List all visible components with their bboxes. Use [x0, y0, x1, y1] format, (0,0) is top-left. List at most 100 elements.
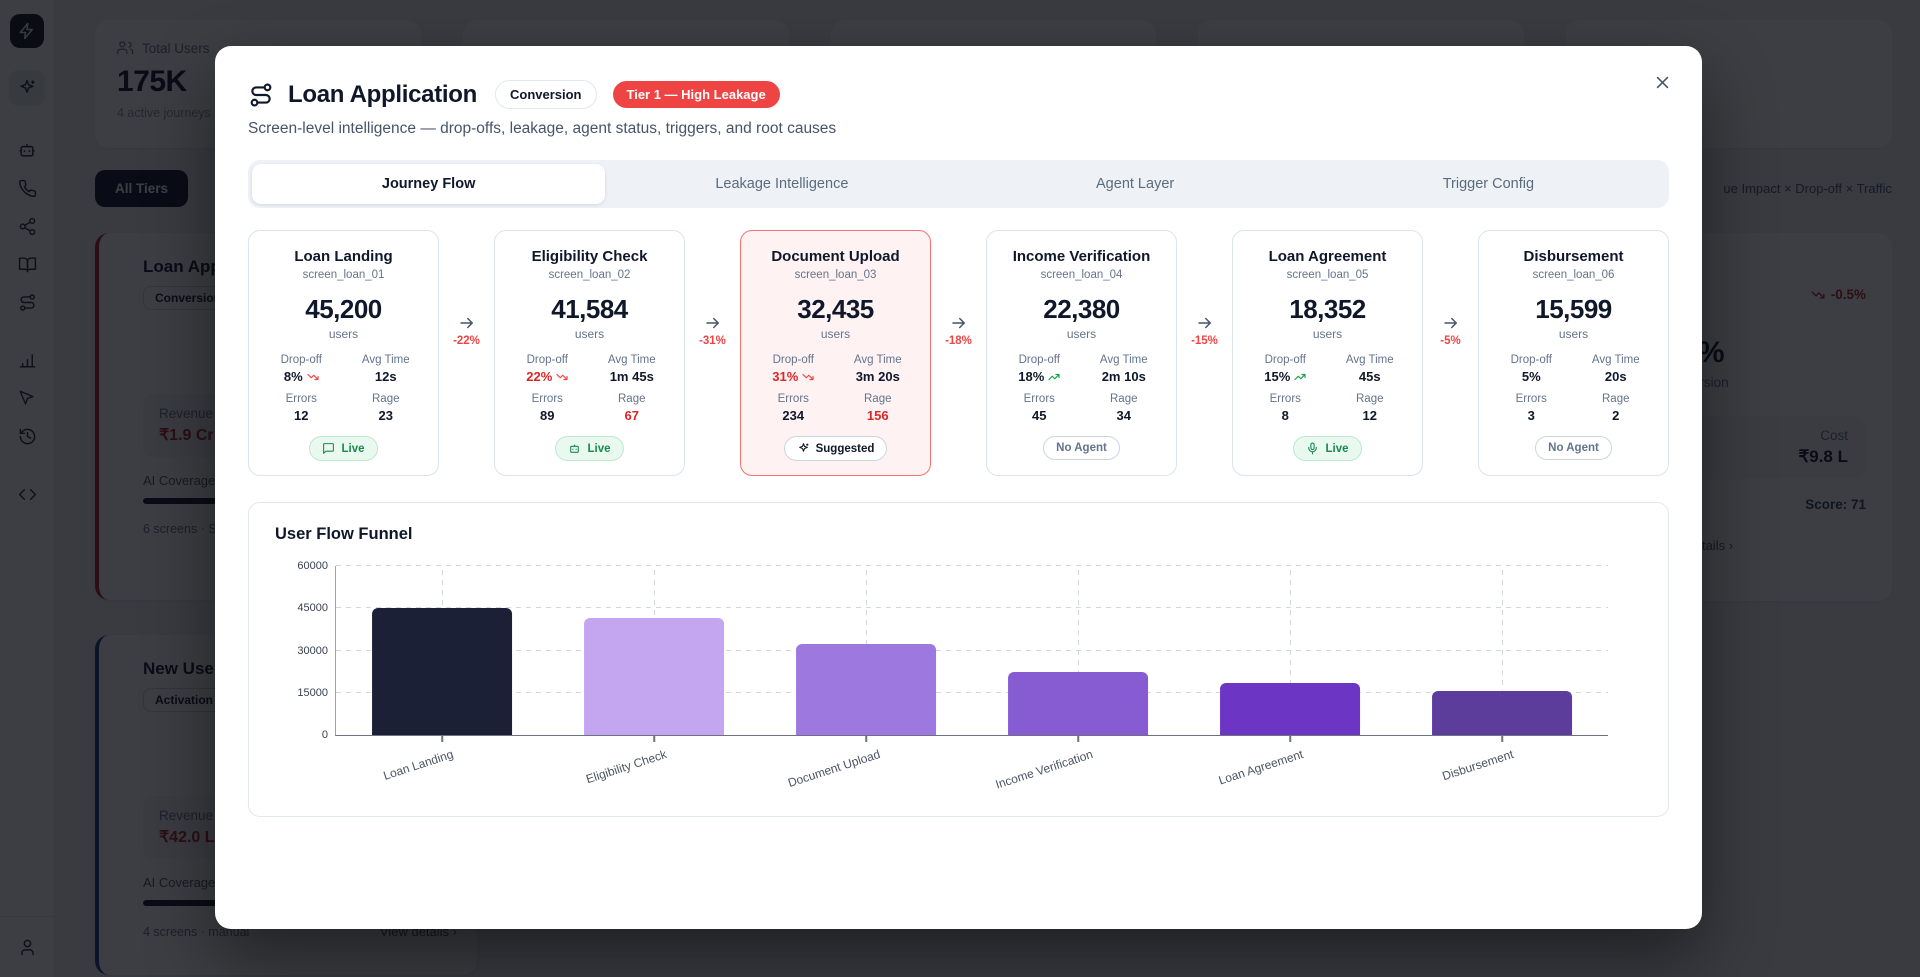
screen-id: screen_loan_03 — [751, 269, 920, 281]
tab-leakage-intelligence[interactable]: Leakage Intelligence — [605, 164, 958, 204]
arrow-right-icon — [950, 314, 968, 332]
x-axis-label: Income Verification — [994, 747, 1095, 792]
screen-metrics: Drop-off31%Avg Time3m 20sErrors234Rage15… — [751, 354, 920, 423]
sparkles-icon — [797, 442, 810, 455]
rage-value: 12 — [1328, 408, 1413, 423]
y-axis-tick: 60000 — [297, 560, 328, 572]
agent-status-badge: Suggested — [784, 436, 888, 461]
screen-card-screen_loan_01[interactable]: Loan Landingscreen_loan_0145,200usersDro… — [248, 230, 439, 476]
x-axis-tick — [865, 735, 867, 742]
tab-journey-flow[interactable]: Journey Flow — [252, 164, 605, 204]
dropoff-value: 31% — [751, 369, 836, 384]
tab-trigger-config[interactable]: Trigger Config — [1312, 164, 1665, 204]
avg-time-value: 3m 20s — [836, 369, 921, 384]
screen-card-screen_loan_03[interactable]: Document Uploadscreen_loan_0332,435users… — [740, 230, 931, 476]
avg-time-value: 1m 45s — [590, 369, 675, 384]
dropoff-percent: -15% — [1191, 335, 1218, 347]
dropoff-value: 18% — [997, 369, 1082, 384]
rage-value: 156 — [836, 408, 921, 423]
tab-agent-layer[interactable]: Agent Layer — [959, 164, 1312, 204]
dropoff-value: 22% — [505, 369, 590, 384]
trending-down-icon — [307, 371, 319, 383]
funnel-title: User Flow Funnel — [275, 525, 1642, 544]
dropoff-percent: -22% — [453, 335, 480, 347]
conversion-badge: Conversion — [495, 80, 597, 109]
funnel-bar-6[interactable] — [1432, 691, 1572, 735]
users-count: 15,599 — [1489, 294, 1658, 325]
users-count: 45,200 — [259, 294, 428, 325]
agent-status-badge: Live — [1293, 436, 1361, 461]
x-axis-label: Document Upload — [786, 747, 882, 790]
screen-name: Income Verification — [997, 248, 1166, 265]
gridline — [336, 565, 1608, 566]
close-icon — [1654, 74, 1671, 91]
screen-id: screen_loan_04 — [997, 269, 1166, 281]
screen-card-screen_loan_05[interactable]: Loan Agreementscreen_loan_0518,352usersD… — [1232, 230, 1423, 476]
screen-name: Document Upload — [751, 248, 920, 265]
rage-value: 2 — [1574, 408, 1659, 423]
screen-metrics: Drop-off15%Avg Time45sErrors8Rage12 — [1243, 354, 1412, 423]
gridline — [336, 692, 1608, 693]
funnel-bar-2[interactable] — [584, 618, 724, 735]
close-button[interactable] — [1648, 68, 1676, 96]
avg-time-value: 12s — [344, 369, 429, 384]
arrow-right-icon — [1442, 314, 1460, 332]
trending-down-icon — [556, 371, 568, 383]
flow-transition: -15% — [1177, 230, 1232, 476]
x-axis-label: Loan Landing — [382, 747, 456, 783]
screen-metrics: Drop-off22%Avg Time1m 45sErrors89Rage67 — [505, 354, 674, 423]
users-label: users — [1489, 327, 1658, 341]
screen-id: screen_loan_05 — [1243, 269, 1412, 281]
errors-value: 89 — [505, 408, 590, 423]
errors-value: 45 — [997, 408, 1082, 423]
errors-value: 3 — [1489, 408, 1574, 423]
dropoff-value: 8% — [259, 369, 344, 384]
modal-tabs: Journey Flow Leakage Intelligence Agent … — [248, 160, 1669, 208]
x-axis-label: Disbursement — [1440, 747, 1515, 783]
gridline — [336, 607, 1608, 608]
flow-transition: -5% — [1423, 230, 1478, 476]
avg-time-value: 20s — [1574, 369, 1659, 384]
dropoff-percent: -18% — [945, 335, 972, 347]
trending-up-icon — [1294, 371, 1306, 383]
dropoff-percent: -5% — [1440, 335, 1460, 347]
screen-card-screen_loan_04[interactable]: Income Verificationscreen_loan_0422,380u… — [986, 230, 1177, 476]
flow-transition: -31% — [685, 230, 740, 476]
x-axis-label: Loan Agreement — [1217, 747, 1305, 788]
agent-status-badge: No Agent — [1043, 436, 1120, 460]
funnel-bar-1[interactable] — [372, 608, 512, 735]
screen-name: Loan Landing — [259, 248, 428, 265]
screen-intelligence-modal: Loan Application Conversion Tier 1 — Hig… — [215, 46, 1702, 929]
y-axis-tick: 0 — [322, 729, 328, 741]
users-label: users — [997, 327, 1166, 341]
rage-value: 23 — [344, 408, 429, 423]
screen-card-screen_loan_02[interactable]: Eligibility Checkscreen_loan_0241,584use… — [494, 230, 685, 476]
mic-icon — [1306, 442, 1319, 455]
arrow-right-icon — [704, 314, 722, 332]
funnel-bar-3[interactable] — [796, 644, 936, 735]
trending-up-icon — [1048, 371, 1060, 383]
y-axis-tick: 30000 — [297, 645, 328, 657]
arrow-right-icon — [458, 314, 476, 332]
users-label: users — [259, 327, 428, 341]
user-flow-funnel-chart: 015000300004500060000Loan LandingEligibi… — [275, 560, 1642, 798]
funnel-bar-5[interactable] — [1220, 683, 1360, 735]
avg-time-value: 45s — [1328, 369, 1413, 384]
bot-icon — [568, 442, 581, 455]
flow-transition: -22% — [439, 230, 494, 476]
users-label: users — [1243, 327, 1412, 341]
arrow-right-icon — [1196, 314, 1214, 332]
screen-id: screen_loan_01 — [259, 269, 428, 281]
modal-subtitle: Screen-level intelligence — drop-offs, l… — [248, 120, 1669, 138]
screen-id: screen_loan_02 — [505, 269, 674, 281]
users-count: 18,352 — [1243, 294, 1412, 325]
users-label: users — [505, 327, 674, 341]
x-axis-tick — [1077, 735, 1079, 742]
errors-value: 234 — [751, 408, 836, 423]
rage-value: 34 — [1082, 408, 1167, 423]
route-icon — [248, 82, 274, 108]
modal-header: Loan Application Conversion Tier 1 — Hig… — [248, 80, 1669, 109]
funnel-bar-4[interactable] — [1008, 672, 1148, 735]
tier-badge: Tier 1 — High Leakage — [613, 81, 780, 108]
screen-card-screen_loan_06[interactable]: Disbursementscreen_loan_0615,599usersDro… — [1478, 230, 1669, 476]
